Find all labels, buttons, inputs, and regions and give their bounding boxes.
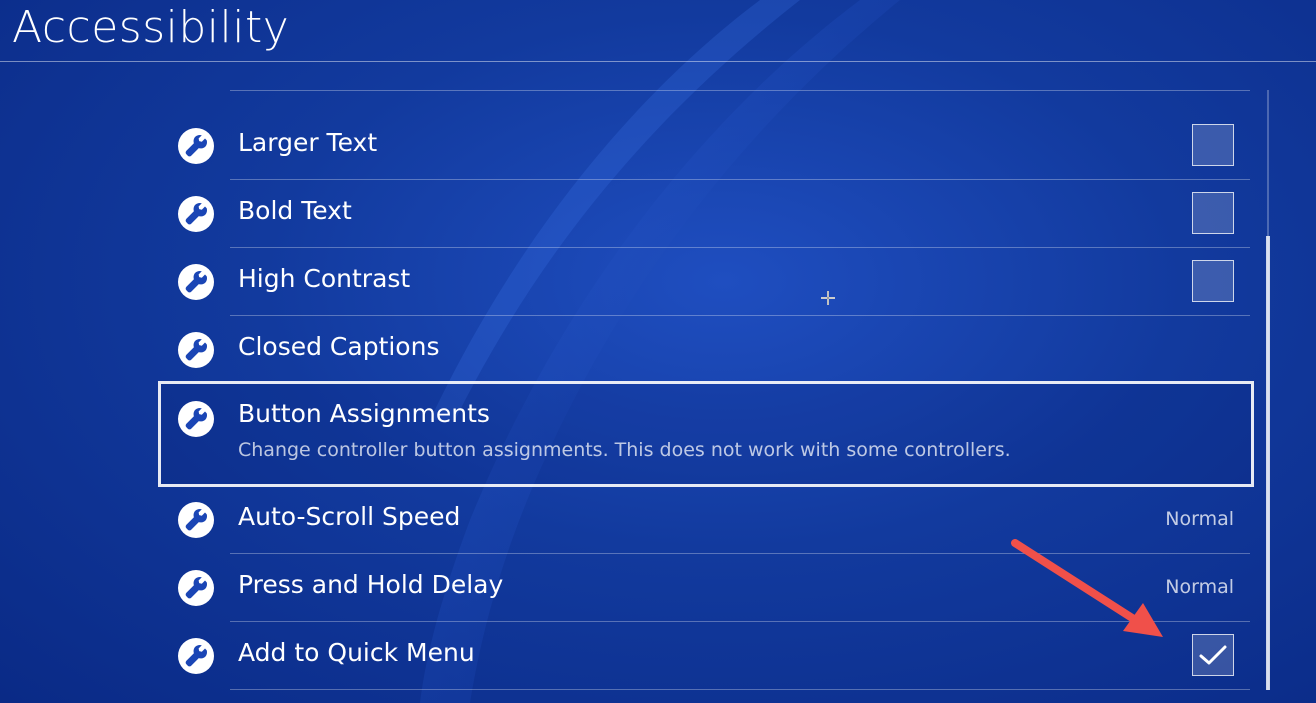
row-divider [230,689,1250,690]
add-to-quick-menu-checkbox[interactable] [1192,634,1234,676]
wrench-icon [178,332,214,368]
wrench-icon [178,196,214,232]
setting-label: Larger Text [238,128,378,157]
larger-text-checkbox[interactable] [1192,124,1234,166]
page-title: Accessibility [12,2,290,53]
wrench-icon [178,638,214,674]
setting-closed-captions[interactable]: Closed Captions [158,316,1254,384]
title-divider [0,61,1316,62]
setting-high-contrast[interactable]: High Contrast [158,248,1254,316]
setting-button-assignments[interactable]: Button Assignments Change controller but… [158,381,1254,487]
bold-text-checkbox[interactable] [1192,192,1234,234]
setting-label: Press and Hold Delay [238,570,504,599]
setting-label: Add to Quick Menu [238,638,475,667]
setting-value: Normal [1165,508,1234,530]
setting-label: Button Assignments [238,399,490,428]
annotation-arrow-icon [1011,539,1163,637]
wrench-icon [178,128,214,164]
setting-label: Closed Captions [238,332,440,361]
wrench-icon [178,570,214,606]
wrench-icon [178,502,214,538]
setting-value: Normal [1165,576,1234,598]
setting-label: Auto-Scroll Speed [238,502,461,531]
setting-larger-text[interactable]: Larger Text [158,112,1254,180]
setting-bold-text[interactable]: Bold Text [158,180,1254,248]
wrench-icon [178,264,214,300]
wrench-icon [178,401,214,437]
setting-description: Change controller button assignments. Th… [238,439,1011,461]
crosshair-cursor-icon [821,291,835,305]
high-contrast-checkbox[interactable] [1192,260,1234,302]
scrollbar-thumb[interactable] [1266,236,1270,690]
setting-label: High Contrast [238,264,411,293]
checkmark-icon [1199,645,1227,665]
setting-label: Bold Text [238,196,352,225]
list-divider [230,90,1250,91]
